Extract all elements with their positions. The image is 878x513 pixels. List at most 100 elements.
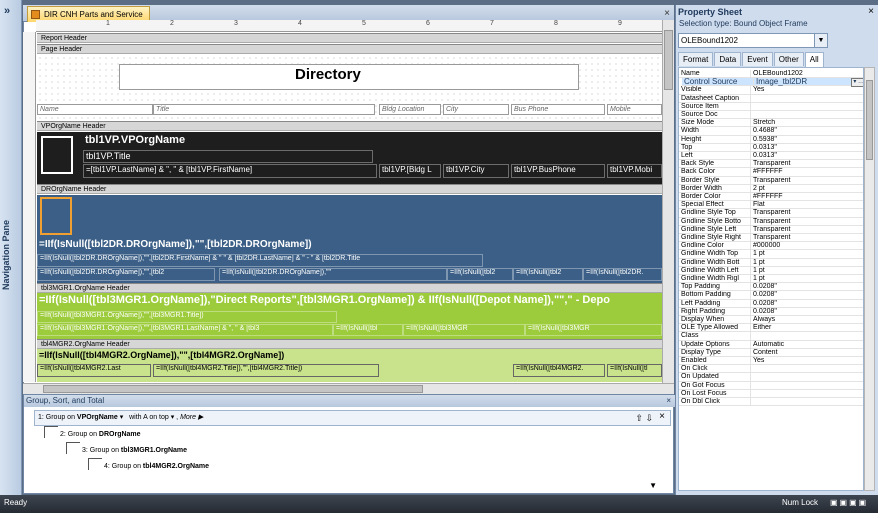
property-row[interactable]: Visible Yes bbox=[679, 86, 863, 95]
property-value[interactable]: Automatic bbox=[753, 341, 863, 349]
mgr2-lastname-field[interactable]: =IIf(IsNull([tbl4MGR2.Last bbox=[37, 364, 151, 377]
design-canvas[interactable]: Report Header Page Header Directory Name… bbox=[37, 33, 662, 382]
navigation-pane[interactable]: » Navigation Pane bbox=[0, 0, 22, 495]
property-row[interactable]: Border Color #FFFFFF bbox=[679, 193, 863, 202]
mgr1-name-field[interactable]: =IIf(IsNull([tbl3MGR1.OrgName]),"",[tbl3… bbox=[37, 324, 333, 336]
property-value[interactable]: 0.5938" bbox=[753, 136, 863, 144]
vp-image-frame[interactable] bbox=[41, 136, 73, 174]
property-value[interactable]: OLEBound1202 bbox=[753, 70, 863, 78]
vp-phone-field[interactable]: tbl1VP.BusPhone bbox=[511, 164, 605, 178]
group-field[interactable]: VPOrgName bbox=[77, 414, 118, 421]
property-row[interactable]: Gridline Style Botto Transparent bbox=[679, 217, 863, 226]
property-value[interactable]: Content bbox=[753, 349, 863, 357]
vp-bldg-field[interactable]: tbl1VP.[Bldg L bbox=[379, 164, 441, 178]
property-row[interactable]: On Got Focus bbox=[679, 381, 863, 390]
property-value[interactable]: 0.0208" bbox=[753, 291, 863, 299]
property-row[interactable]: OLE Type Allowed Either bbox=[679, 324, 863, 333]
col-city-label[interactable]: City bbox=[443, 104, 509, 115]
vp-name-field[interactable]: =[tbl1VP.LastName] & ", " & [tbl1VP.Firs… bbox=[83, 164, 377, 178]
mgr1-field-b[interactable]: =IIf(IsNull([tbl bbox=[333, 324, 403, 336]
property-value[interactable]: #FFFFFF bbox=[753, 193, 863, 201]
property-row[interactable]: Width 0.4688" bbox=[679, 127, 863, 136]
property-value[interactable]: Transparent bbox=[753, 177, 863, 185]
mgr1-field-c[interactable]: =IIf(IsNull([tbl3MGR bbox=[403, 324, 525, 336]
property-row[interactable]: Gridline Style Left Transparent bbox=[679, 225, 863, 234]
tab-event[interactable]: Event bbox=[742, 52, 773, 66]
close-document-icon[interactable]: × bbox=[664, 8, 670, 19]
mgr2-field-c[interactable]: =IIf(IsNull([tbl4MGR2. bbox=[513, 364, 605, 377]
property-value[interactable]: 0.0208" bbox=[753, 283, 863, 291]
vp-mobile-field[interactable]: tbl1VP.Mobi bbox=[607, 164, 662, 178]
sort-order[interactable]: with A on top bbox=[129, 414, 169, 421]
property-value[interactable]: Always bbox=[753, 316, 863, 324]
mgr1-header-bar[interactable]: tbl3MGR1.OrgName Header bbox=[37, 283, 662, 293]
property-row[interactable]: Class bbox=[679, 332, 863, 341]
close-property-sheet-icon[interactable]: × bbox=[868, 6, 874, 17]
mgr2-title-field[interactable]: =IIf(IsNull([tbl4MGR2.Title]),"",[tbl4MG… bbox=[153, 364, 379, 377]
selected-ole-frame[interactable] bbox=[40, 197, 72, 235]
property-value[interactable]: #FFFFFF bbox=[753, 168, 863, 176]
dr-orgname-field[interactable]: =IIf(IsNull([tbl2DR.DROrgName]),"",[tbl2… bbox=[37, 239, 437, 253]
move-up-icon[interactable]: ⇧ ⇩ bbox=[635, 413, 653, 424]
col-title-label[interactable]: Title bbox=[153, 104, 375, 115]
property-row[interactable]: Datasheet Caption bbox=[679, 94, 863, 103]
property-value[interactable]: Transparent bbox=[753, 218, 863, 226]
property-value[interactable]: 1 pt bbox=[753, 250, 863, 258]
dr-row2-field-e[interactable]: =IIf(IsNull([tbl2DR. bbox=[583, 268, 662, 281]
mgr1-title-field[interactable]: =IIf(IsNull([tbl3MGR1.OrgName]),"",[tbl3… bbox=[37, 311, 337, 323]
dr-row2-field-b[interactable]: =IIf(IsNull([tbl2DR.DROrgName]),"" bbox=[219, 268, 447, 281]
property-value[interactable]: 0.0208" bbox=[753, 308, 863, 316]
dr-header-bar[interactable]: DROrgName Header bbox=[37, 184, 662, 194]
property-row[interactable]: Border Style Transparent bbox=[679, 176, 863, 185]
property-value[interactable]: Image_tbl2DR bbox=[756, 78, 863, 86]
property-row[interactable]: Gridline Style Top Transparent bbox=[679, 209, 863, 218]
property-row[interactable]: Special Effect Flat bbox=[679, 201, 863, 210]
property-row[interactable]: On Dbl Click bbox=[679, 398, 863, 407]
property-value[interactable]: Transparent bbox=[753, 226, 863, 234]
group-field[interactable]: tbl4MGR2.OrgName bbox=[143, 463, 209, 470]
property-scrollbar[interactable] bbox=[864, 67, 875, 491]
report-title[interactable]: Directory bbox=[295, 66, 361, 83]
property-value[interactable]: Transparent bbox=[753, 234, 863, 242]
tab-all[interactable]: All bbox=[804, 52, 824, 67]
group-2-label[interactable]: 2: Group on DROrgName bbox=[60, 428, 141, 442]
canvas-vertical-scrollbar[interactable] bbox=[662, 20, 674, 383]
property-row[interactable]: Gridline Width Rigl 1 pt bbox=[679, 275, 863, 284]
property-row[interactable]: Gridline Width Bott 1 pt bbox=[679, 258, 863, 267]
property-row[interactable]: Control Source Image_tbl2DR ▾ … bbox=[682, 78, 863, 88]
mgr2-field-d[interactable]: =IIf(IsNull([tl bbox=[607, 364, 662, 377]
scroll-thumb[interactable] bbox=[43, 385, 423, 393]
property-value[interactable]: #000000 bbox=[753, 242, 863, 250]
dr-row2-field-d[interactable]: =IIf(IsNull([tbl2 bbox=[513, 268, 583, 281]
page-header-bar[interactable]: Page Header bbox=[37, 44, 662, 54]
property-row[interactable]: On Updated bbox=[679, 373, 863, 382]
property-value[interactable]: Transparent bbox=[753, 209, 863, 217]
property-row[interactable]: Back Color #FFFFFF bbox=[679, 168, 863, 177]
mgr1-orgname-field[interactable]: =IIf(IsNull([tbl3MGR1.OrgName]),"Direct … bbox=[37, 294, 662, 310]
property-value[interactable]: Stretch bbox=[753, 119, 863, 127]
property-row[interactable]: On Lost Focus bbox=[679, 389, 863, 398]
property-value[interactable]: Either bbox=[753, 324, 863, 332]
property-value[interactable]: Transparent bbox=[753, 160, 863, 168]
property-value[interactable]: 0.4688" bbox=[753, 127, 863, 135]
col-phone-label[interactable]: Bus Phone bbox=[511, 104, 605, 115]
property-value[interactable]: Flat bbox=[753, 201, 863, 209]
scroll-down-icon[interactable]: ▼ bbox=[649, 481, 657, 490]
property-value[interactable]: Yes bbox=[753, 357, 863, 365]
mgr2-header-bar[interactable]: tbl4MGR2.OrgName Header bbox=[37, 339, 662, 349]
property-value[interactable]: Yes bbox=[753, 86, 863, 94]
col-bldg-label[interactable]: Bldg Location bbox=[379, 104, 441, 115]
property-row[interactable]: Top Padding 0.0208" bbox=[679, 283, 863, 292]
property-row[interactable]: Name OLEBound1202 bbox=[679, 70, 863, 79]
property-row[interactable]: Height 0.5938" bbox=[679, 135, 863, 144]
property-row[interactable]: Gridline Width Left 1 pt bbox=[679, 266, 863, 275]
property-value[interactable]: 0.0313" bbox=[753, 152, 863, 160]
property-value[interactable]: 1 pt bbox=[753, 275, 863, 283]
group-field[interactable]: tbl3MGR1.OrgName bbox=[121, 447, 187, 454]
report-header-bar[interactable]: Report Header bbox=[37, 33, 662, 43]
property-row[interactable]: Enabled Yes bbox=[679, 357, 863, 366]
scroll-thumb[interactable] bbox=[664, 30, 673, 90]
delete-group-icon[interactable]: × bbox=[659, 411, 665, 422]
property-row[interactable]: Size Mode Stretch bbox=[679, 119, 863, 128]
property-row[interactable]: Left 0.0313" bbox=[679, 152, 863, 161]
